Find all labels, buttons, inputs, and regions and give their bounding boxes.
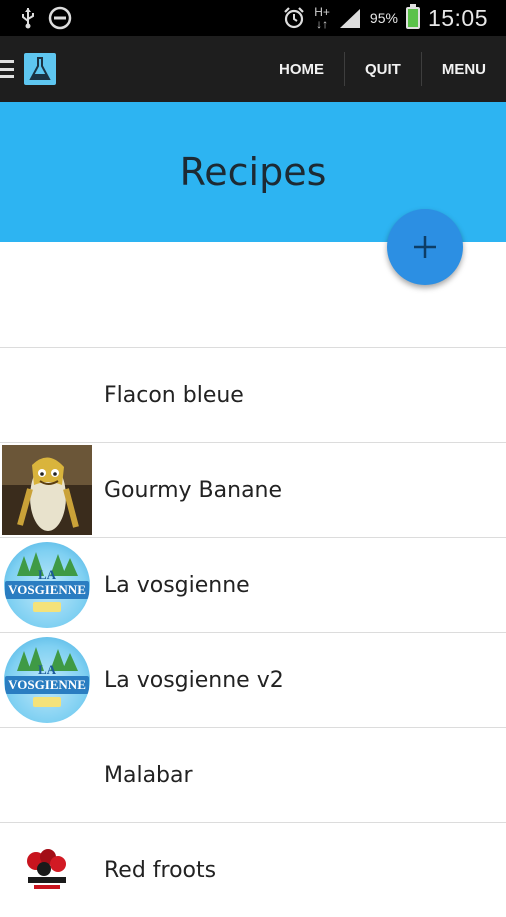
recipe-name: La vosgienne v2: [104, 667, 284, 693]
red-froots-logo-image: [2, 825, 92, 915]
battery-percent: 95%: [369, 10, 398, 26]
list-item[interactable]: Red froots: [0, 822, 506, 917]
add-recipe-button[interactable]: [387, 209, 463, 285]
recipe-thumbnail-empty: [2, 350, 92, 440]
recipe-name: Red froots: [104, 857, 217, 883]
recipe-name: Flacon bleue: [104, 382, 244, 408]
home-button[interactable]: HOME: [259, 52, 344, 86]
page-title: Recipes: [179, 150, 327, 194]
recipe-name: La vosgienne: [104, 572, 250, 598]
recipe-list: Flacon bleue Gourmy Banane LA VOSGIENNE …: [0, 347, 506, 917]
action-bar: HOME QUIT MENU: [0, 36, 506, 102]
list-item[interactable]: Malabar: [0, 727, 506, 822]
plus-icon: [414, 236, 436, 258]
flask-icon[interactable]: [24, 53, 56, 85]
quit-button[interactable]: QUIT: [343, 52, 421, 86]
menu-button[interactable]: MENU: [420, 52, 506, 86]
vosgienne-logo-image: LA VOSGIENNE: [2, 540, 92, 630]
banana-character-image: [2, 445, 92, 535]
network-type-indicator: H+ ↓↑: [314, 5, 330, 31]
recipe-thumbnail-empty: [2, 730, 92, 820]
hamburger-icon[interactable]: [0, 60, 14, 78]
usb-icon: [22, 8, 34, 29]
list-item[interactable]: LA VOSGIENNE La vosgienne v2: [0, 632, 506, 727]
list-item[interactable]: LA VOSGIENNE La vosgienne: [0, 537, 506, 632]
minus-circle-icon: [48, 6, 72, 30]
signal-icon: [339, 9, 360, 28]
alarm-icon: [284, 7, 304, 29]
battery-charging-icon: [405, 4, 420, 29]
recipe-name: Gourmy Banane: [104, 477, 283, 503]
recipe-name: Malabar: [104, 762, 193, 788]
list-item[interactable]: Gourmy Banane: [0, 442, 506, 537]
list-item[interactable]: Flacon bleue: [0, 347, 506, 442]
clock: 15:05: [427, 4, 488, 31]
status-bar: H+ ↓↑ 95% 15:05: [0, 0, 506, 36]
vosgienne-logo-image: LA VOSGIENNE: [2, 635, 92, 725]
